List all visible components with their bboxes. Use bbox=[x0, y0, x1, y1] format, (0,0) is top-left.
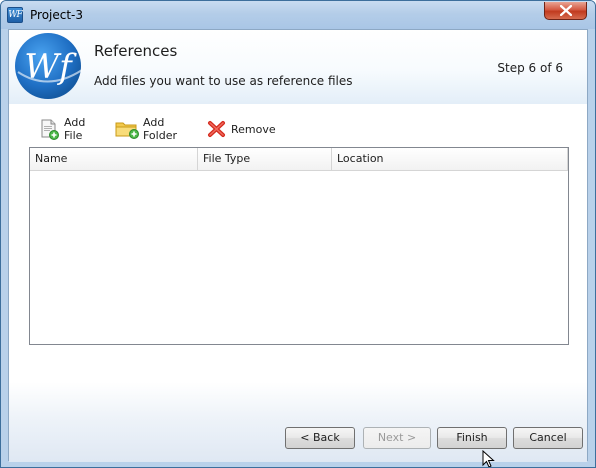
wizard-footer: < Back Next > Finish Cancel bbox=[9, 382, 587, 462]
add-folder-icon bbox=[115, 122, 139, 139]
column-header-file-type[interactable]: File Type bbox=[198, 148, 332, 170]
add-file-button[interactable]: Add File bbox=[38, 116, 86, 142]
cancel-button[interactable]: Cancel bbox=[513, 427, 583, 449]
references-list[interactable]: Name File Type Location bbox=[29, 147, 569, 345]
remove-button[interactable]: Remove bbox=[207, 118, 276, 140]
add-folder-label: Add Folder bbox=[143, 116, 177, 142]
next-button[interactable]: Next > bbox=[363, 427, 431, 449]
add-file-icon bbox=[41, 119, 59, 140]
remove-label: Remove bbox=[231, 122, 276, 136]
close-button[interactable] bbox=[544, 2, 587, 20]
finish-button[interactable]: Finish bbox=[437, 427, 507, 449]
column-header-location[interactable]: Location bbox=[332, 148, 568, 170]
wizard-header: Wf References Add files you want to use … bbox=[9, 30, 587, 104]
step-indicator: Step 6 of 6 bbox=[497, 61, 563, 75]
remove-icon bbox=[208, 121, 225, 137]
title-bar[interactable]: WF Project-3 bbox=[1, 1, 595, 29]
page-subtitle: Add files you want to use as reference f… bbox=[94, 74, 353, 88]
mouse-cursor-icon bbox=[482, 450, 495, 467]
close-icon bbox=[560, 5, 572, 16]
wizard-window: WF Project-3 Wf References Add files you… bbox=[0, 0, 596, 468]
page-title: References bbox=[94, 42, 178, 60]
app-icon: WF bbox=[7, 7, 23, 23]
svg-text:Wf: Wf bbox=[24, 47, 77, 87]
list-header: Name File Type Location bbox=[30, 148, 568, 171]
wizard-body: Add File Add Folder Remove Name File Typ… bbox=[9, 104, 587, 462]
add-file-label: Add File bbox=[64, 116, 86, 142]
wizard-client-area: Wf References Add files you want to use … bbox=[8, 29, 588, 462]
add-folder-button[interactable]: Add Folder bbox=[115, 116, 177, 142]
window-title: Project-3 bbox=[30, 8, 84, 22]
column-header-name[interactable]: Name bbox=[30, 148, 198, 170]
back-button[interactable]: < Back bbox=[285, 427, 355, 449]
wf-logo: Wf bbox=[12, 32, 86, 106]
